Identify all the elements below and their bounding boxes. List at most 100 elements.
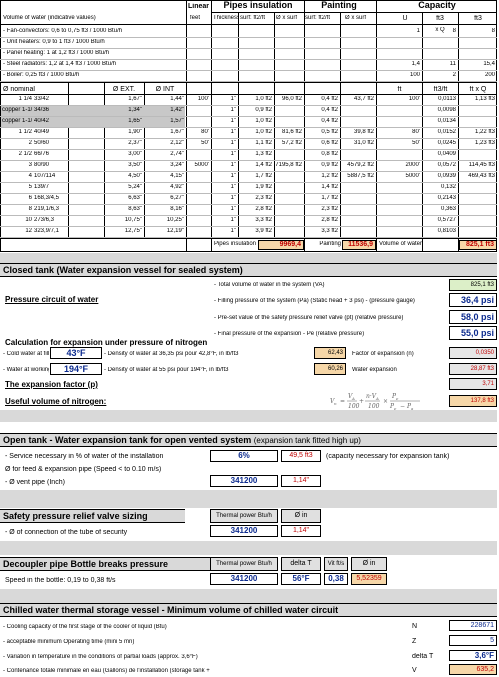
spreadsheet: Linear feet Pipes insulation Painting Ca… — [0, 0, 499, 677]
paint-surface: 0,4 ft2 — [321, 118, 338, 124]
pipe-surface: 1,0 ft2 — [255, 118, 272, 124]
pipe-ext: 10,75" — [124, 217, 142, 223]
pipe-thickness: 1" — [230, 118, 236, 124]
volume-item-value: 8 — [491, 28, 495, 34]
volume-item-q: 11 — [449, 61, 456, 67]
volume-item-label: - Fan-convectors: 0,6 to 0,75 ft3 / 1000… — [3, 28, 123, 34]
paint-surface: 0,6 ft2 — [321, 140, 338, 146]
chilled-row3-value: 3,6°F — [449, 650, 497, 661]
pipe-size: 33/42 — [34, 96, 50, 102]
closed-tank-header: Closed tank (Water expansion vessel for … — [0, 263, 497, 277]
pipe-thickness: 1" — [230, 96, 236, 102]
service-percent: 6% — [210, 450, 278, 462]
line — [0, 94, 497, 95]
pipe-thickness: 1" — [230, 228, 236, 234]
row-line — [0, 149, 497, 150]
decoupler-header: Decoupler pipe Bottle breaks pressure — [0, 557, 210, 571]
pipe-q-surface: 81,6 ft2 — [281, 129, 302, 135]
vol-total-value: 825,1 ft3 — [459, 240, 497, 250]
paint-total-label: Painting — [319, 241, 341, 247]
decoupler-speed-label: Speed in the bottle: 0,19 to 0,38 ft/s — [5, 577, 116, 584]
pipe-size: 273/6,3 — [34, 217, 55, 223]
pipe-int: 8,16" — [170, 206, 184, 212]
capacity-ft3: 0,0098 — [437, 107, 456, 113]
preset-pressure-label: - Pre-set value of the safety pressure r… — [214, 315, 404, 321]
pipe-thickness: 1" — [230, 129, 236, 135]
svg-text:e: e — [396, 396, 399, 401]
pipe-nominal: copper 1-1/2" — [2, 118, 32, 124]
pipe-surface: 2,3 ft2 — [255, 195, 272, 201]
capacity-total: 114,45 ft3 — [468, 162, 495, 168]
decoupler-diameter: 5,52359 — [351, 573, 387, 585]
svg-text:100: 100 — [368, 403, 380, 410]
paint-surface: 0,5 ft2 — [321, 129, 338, 135]
volume-item-label: - Steel radiators: 1,2 at 1,4 ft3 / 1000… — [3, 61, 117, 67]
qsurf-header: Ø x surf — [276, 15, 298, 21]
chilled-row4-key: V — [412, 667, 417, 674]
capacity-ft3: 0,5727 — [437, 217, 456, 223]
volume-item-q: 8 — [452, 28, 456, 34]
pipes-total-value: 9969,4 — [258, 240, 304, 250]
pipe-q-surface: 7195,8 ft2 — [275, 162, 302, 168]
chilled-row4-value: 635,2 — [449, 664, 497, 675]
ft3ft-header: ft3/ft — [433, 86, 448, 93]
capacity-length: 50' — [412, 140, 420, 146]
closed-tank-title: Closed tank — [3, 265, 55, 275]
decoupler-dt: 56°F — [281, 573, 321, 585]
pipe-nominal: 6 — [28, 195, 32, 201]
pipe-nominal: 2 1/2 — [18, 151, 32, 157]
pipe-int: 1,44" — [170, 96, 184, 102]
capacity-total: 469,43 ft3 — [468, 173, 495, 179]
pipe-ext: 6,63" — [128, 195, 142, 201]
density2-value: 60,26 — [314, 363, 346, 375]
water-expansion-label: Water expansion — [352, 367, 397, 373]
pipe-nominal: 1 1/4 — [18, 96, 32, 102]
vent-btu: 341200 — [210, 475, 278, 487]
safety-col2: Ø in — [281, 509, 321, 523]
pipe-ext: 1,90" — [128, 129, 142, 135]
u-header: U — [402, 15, 408, 22]
decoupler-col1: Thermal power Btu/h — [210, 557, 278, 571]
factor-value: 0,0350 — [449, 347, 497, 359]
volume-item-u: 1 — [416, 28, 420, 34]
pipe-surface: 1,7 ft2 — [255, 173, 272, 179]
capacity-ft3: 0,0245 — [437, 140, 456, 146]
decoupler-col4: Ø in — [351, 557, 387, 571]
chilled-row3-label: - Variation in temperature in the condit… — [3, 654, 198, 660]
spacer — [0, 541, 497, 555]
pipe-surface: 1,1 ft2 — [255, 140, 272, 146]
vol-total-label: Volume of water — [378, 241, 422, 247]
volume-item-label: - Boiler: 0,25 ft3 / 1000 Btu/h — [3, 72, 80, 78]
row-line — [0, 70, 497, 71]
ft3-header: ft3 — [436, 15, 444, 22]
svg-text:A: A — [351, 396, 355, 401]
chilled-header: Chilled water thermal storage vessel - M… — [0, 603, 497, 617]
pressure-circuit-heading: Pressure circuit of water — [5, 296, 99, 304]
pipe-int: 2,74" — [170, 151, 184, 157]
safety-value: 1,14" — [281, 525, 321, 537]
svg-text:−: − — [400, 403, 405, 410]
capacity-ft3: 0,0572 — [437, 162, 456, 168]
row-line — [0, 171, 497, 172]
pipe-length: 50' — [201, 140, 209, 146]
capacity-ft3: 0,132 — [440, 184, 456, 190]
spacer — [0, 589, 497, 603]
pipe-surface: 1,0 ft2 — [255, 96, 272, 102]
pipe-length: 100' — [197, 96, 209, 102]
decoupler-btu: 341200 — [210, 573, 278, 585]
open-tank-subtitle: - Water expansion tank for open vented s… — [49, 435, 252, 445]
pipe-surface: 3,3 ft2 — [255, 217, 272, 223]
chilled-row1-value: 228671 — [449, 620, 497, 631]
feed-label: Ø for feed & expansion pipe (Speed < to … — [5, 466, 162, 473]
volume-item-u: 1,4 — [411, 61, 420, 67]
pipe-size: 168,3/4,5 — [34, 195, 60, 201]
total-volume-label: - Total volume of water in the system (V… — [214, 282, 325, 288]
ft-header: ft — [397, 86, 402, 93]
pipe-surface: 1,0 ft2 — [255, 129, 272, 135]
pipe-nominal: 4 — [28, 173, 32, 179]
pipe-int: 6,27" — [170, 195, 184, 201]
working-water-label: - Water at working temperature — [3, 367, 49, 373]
capacity-total: 1,13 ft3 — [474, 96, 495, 102]
pipe-int: 3,24" — [170, 162, 184, 168]
qsurf-header-2: Ø x surf — [345, 15, 367, 21]
